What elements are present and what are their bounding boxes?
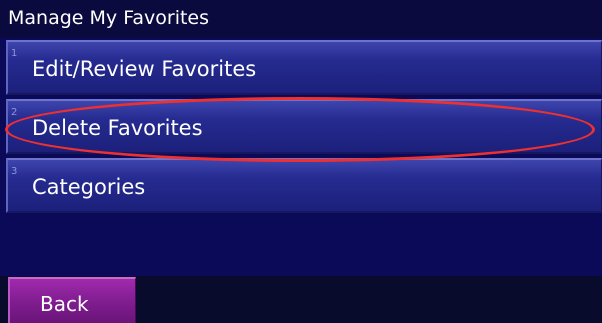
menu-item-number: 1 (11, 48, 18, 59)
menu-item-label: Delete Favorites (32, 116, 203, 140)
delete-favorites-button[interactable]: 2 Delete Favorites (6, 99, 602, 154)
menu-item-number: 3 (11, 166, 18, 177)
bottom-bar: Back (0, 276, 602, 323)
menu-item-label: Categories (32, 175, 146, 199)
categories-button[interactable]: 3 Categories (6, 158, 602, 213)
back-button-label: Back (40, 292, 89, 316)
menu-item-label: Edit/Review Favorites (32, 57, 257, 81)
page-title: Manage My Favorites (8, 7, 210, 29)
menu-item-number: 2 (11, 107, 18, 118)
garmin-screen: Manage My Favorites 1 Edit/Review Favori… (0, 0, 602, 323)
edit-review-favorites-button[interactable]: 1 Edit/Review Favorites (6, 40, 602, 95)
favorites-menu: 1 Edit/Review Favorites 2 Delete Favorit… (0, 38, 602, 276)
title-bar: Manage My Favorites (0, 0, 602, 38)
back-button[interactable]: Back (8, 277, 136, 323)
